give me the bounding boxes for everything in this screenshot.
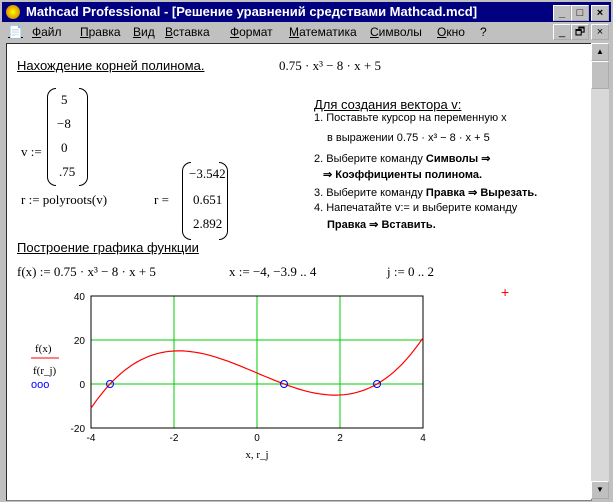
v-left-paren xyxy=(47,88,56,186)
instruction-step: Правка ⇒ Вставить. xyxy=(327,219,436,231)
legend-marker: ooo xyxy=(31,379,49,391)
instruction-command: Правка ⇒ Вырезать. xyxy=(425,187,538,199)
j-range-definition: j := 0 .. 2 xyxy=(387,264,435,279)
menu-view[interactable]: Вид xyxy=(133,23,155,41)
minimize-button[interactable]: _ xyxy=(553,5,571,21)
function-plot[interactable]: -4 -2 0 2 440200-20x, r_jf(x)f(r_j)ooo xyxy=(7,284,437,499)
document-icon[interactable]: 📄 xyxy=(8,23,23,41)
menu-bar: 📄 Файл Правка Вид Вставка Формат Математ… xyxy=(2,23,611,41)
menu-math[interactable]: Математика xyxy=(289,23,357,41)
instruction-text: 2. Выберите команду xyxy=(314,153,426,165)
f-definition: f(x) := 0.75 · x³ − 8 · x + 5 xyxy=(17,264,156,279)
x-tick-label: 4 xyxy=(420,433,426,444)
r-value: 2.892 xyxy=(193,216,223,231)
v-value: −8 xyxy=(57,116,71,131)
instruction-step: в выражении 0.75 · x³ − 8 · x + 5 xyxy=(327,132,490,144)
close-button[interactable]: × xyxy=(591,5,609,21)
x-tick-label: -2 xyxy=(170,433,179,444)
crosshair-cursor: + xyxy=(501,284,510,300)
v-value: .75 xyxy=(59,164,76,179)
doc-restore-button[interactable]: 🗗 xyxy=(571,24,589,40)
instruction-step: 1. Поставьте курсор на переменную x xyxy=(314,112,507,124)
menu-window[interactable]: Окно xyxy=(437,23,465,41)
x-tick-label: 0 xyxy=(254,433,260,444)
v-right-paren xyxy=(79,88,88,186)
y-tick-label: 40 xyxy=(74,292,86,303)
x-tick-label: -4 xyxy=(87,433,96,444)
v-value: 0 xyxy=(61,140,68,155)
mathcad-app-icon xyxy=(6,5,20,19)
instruction-text: 3. Выберите команду xyxy=(314,187,426,199)
heading-plot: Построение графика функции xyxy=(17,240,199,255)
scroll-up-button[interactable]: ▲ xyxy=(591,43,609,61)
vertical-scrollbar[interactable]: ▲ ▼ xyxy=(591,43,609,499)
worksheet[interactable]: Нахождение корней полинома. 0.75 · x³ − … xyxy=(6,43,592,501)
r-definition: r := polyroots(v) xyxy=(21,192,108,207)
doc-close-button[interactable]: × xyxy=(591,24,609,40)
r-value: 0.651 xyxy=(193,192,223,207)
menu-format[interactable]: Формат xyxy=(230,23,273,41)
y-axis-label: f(x) xyxy=(35,343,52,355)
y-axis-label: f(r_j) xyxy=(33,365,57,377)
v-value: 5 xyxy=(61,92,68,107)
instructions-title: Для создания вектора v: xyxy=(314,97,462,112)
r-value: −3.542 xyxy=(189,166,226,181)
y-tick-label: 0 xyxy=(79,380,85,391)
menu-file[interactable]: Файл xyxy=(32,23,62,41)
y-tick-label: 20 xyxy=(74,336,86,347)
x-range-definition: x := −4, −3.9 .. 4 xyxy=(229,264,317,279)
scroll-down-button[interactable]: ▼ xyxy=(591,481,609,499)
window-title: Mathcad Professional - [Решение уравнени… xyxy=(26,4,478,19)
menu-insert[interactable]: Вставка xyxy=(165,23,210,41)
heading-roots: Нахождение корней полинома. xyxy=(17,58,205,73)
polynomial-expression: 0.75 · x³ − 8 · x + 5 xyxy=(279,58,381,73)
menu-help[interactable]: ? xyxy=(480,23,487,41)
x-axis-label: x, r_j xyxy=(245,449,268,461)
doc-minimize-button[interactable]: _ xyxy=(553,24,571,40)
r-label: r = xyxy=(154,192,169,207)
instruction-step: 4. Напечатайте v:= и выберите команду xyxy=(314,202,518,214)
instruction-step: ⇒ Коэффициенты полинома. xyxy=(323,169,482,181)
title-bar: Mathcad Professional - [Решение уравнени… xyxy=(2,2,611,22)
menu-edit[interactable]: Правка xyxy=(80,23,121,41)
v-label: v := xyxy=(21,144,42,159)
scroll-thumb[interactable] xyxy=(591,61,609,89)
y-tick-label: -20 xyxy=(71,424,86,435)
menu-symbolics[interactable]: Символы xyxy=(370,23,422,41)
x-tick-label: 2 xyxy=(337,433,343,444)
instruction-command: Символы ⇒ xyxy=(425,153,491,165)
instruction-step: 2. Выберите команду Символы ⇒ xyxy=(314,152,490,165)
instruction-step: 3. Выберите команду Правка ⇒ Вырезать. xyxy=(314,186,537,199)
maximize-button[interactable]: □ xyxy=(571,5,589,21)
